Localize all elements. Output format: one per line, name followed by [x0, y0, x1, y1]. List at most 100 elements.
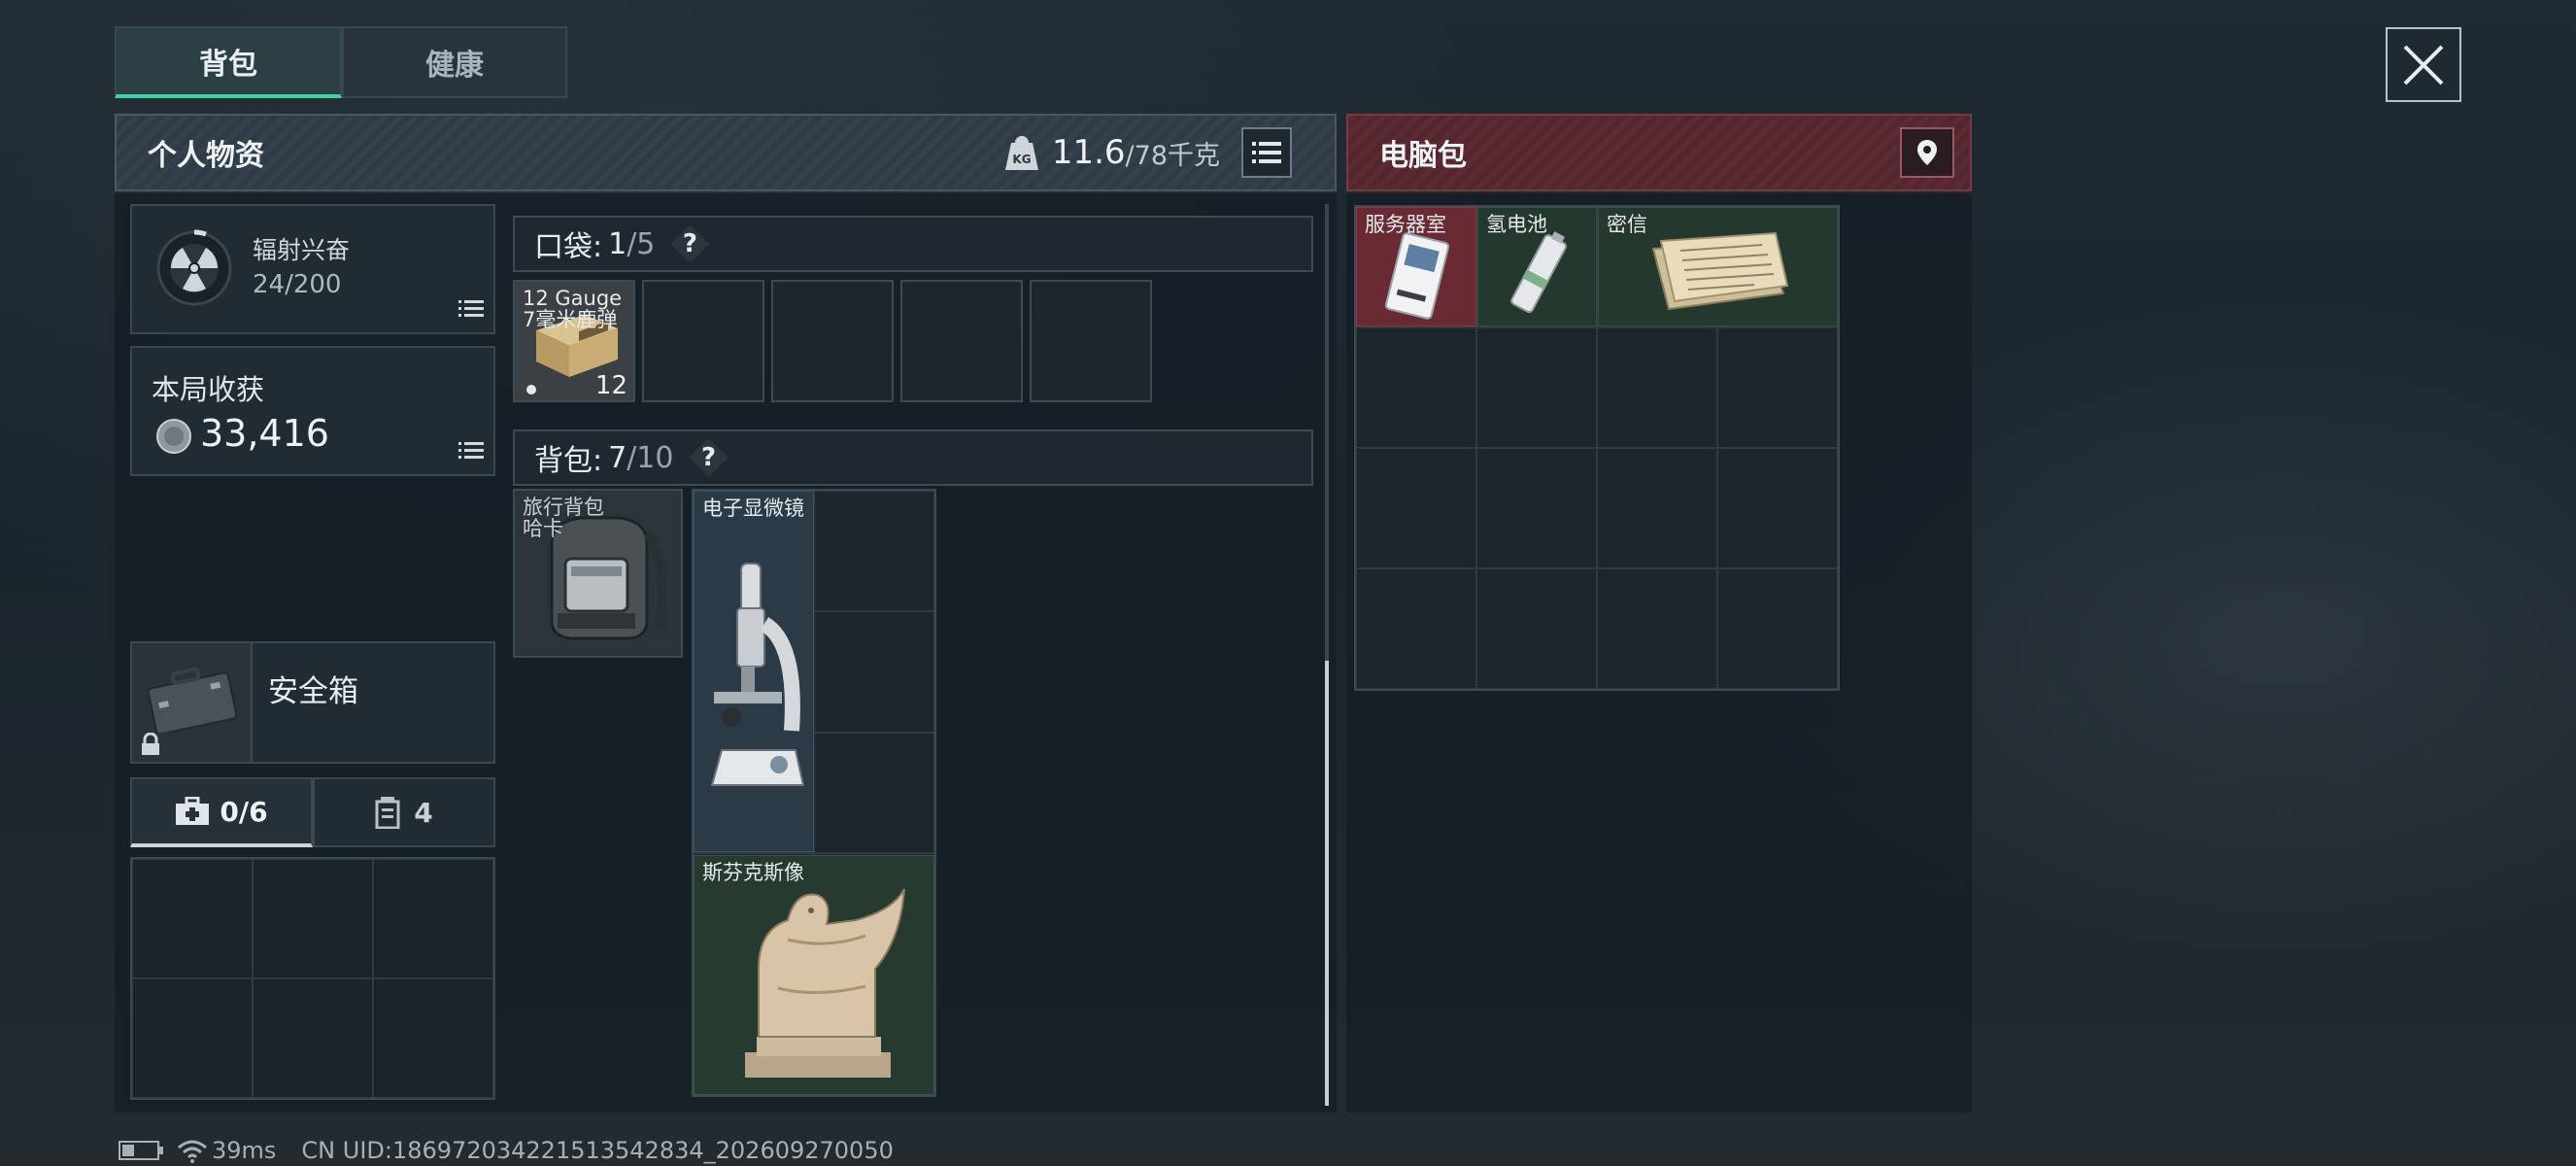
pocket-item-count: 12: [594, 371, 627, 400]
bag-item-server-room[interactable]: 服务器室: [1356, 207, 1476, 326]
subtab-medkit-count: 0/6: [220, 795, 268, 828]
backpack-bar: 背包: 7 /10 ?: [513, 429, 1313, 486]
pocket-help-button[interactable]: ?: [670, 224, 710, 263]
bag-cell[interactable]: [1476, 568, 1597, 689]
personal-scrollbar-thumb[interactable]: [1325, 661, 1329, 1106]
personal-scrollbar[interactable]: [1325, 204, 1329, 1106]
list-view-button[interactable]: [1241, 127, 1292, 178]
safe-box-card[interactable]: 安全箱: [130, 641, 495, 764]
secret-letter-name: 密信: [1607, 213, 1647, 236]
subtab-medkit[interactable]: 0/6: [130, 777, 313, 847]
ammo-dot-icon: [526, 385, 536, 394]
pocket-slot-ammo[interactable]: 12 Gauge 7毫米鹿弹 12: [513, 280, 635, 402]
status-bar: 39ms CN UID:1869720342215135428­34_20260…: [119, 1135, 894, 1166]
wifi-icon: [178, 1140, 207, 1163]
pocket-slot-empty[interactable]: [900, 280, 1023, 402]
pocket-label: 口袋:: [534, 230, 603, 264]
backpack-cell[interactable]: [814, 732, 934, 854]
backpack-max: /10: [627, 440, 674, 475]
coin-icon: [156, 419, 191, 454]
svg-text:KG: KG: [1012, 153, 1031, 166]
kettlebell-icon: KG: [1004, 136, 1038, 170]
harvest-value: 33,416: [200, 412, 329, 455]
backpack-item-sphinx[interactable]: 斯芬克斯像: [694, 855, 934, 1095]
sphinx-statue-icon: [745, 888, 905, 1078]
pocket-bar: 口袋: 1 /5 ?: [513, 216, 1313, 272]
details-list-icon[interactable]: [458, 299, 484, 319]
medkit-slot[interactable]: [253, 859, 373, 978]
bag-cell[interactable]: [1717, 448, 1838, 568]
server-room-name: 服务器室: [1365, 213, 1446, 236]
tab-health[interactable]: 健康: [342, 26, 567, 98]
bag-cell[interactable]: [1597, 448, 1717, 568]
subtab-canister[interactable]: 4: [313, 777, 495, 847]
personal-title: 个人物资: [148, 139, 264, 173]
bag-item-hydrogen-battery[interactable]: 氢电池: [1477, 207, 1597, 326]
lock-icon: [142, 733, 159, 755]
medkit-slot[interactable]: [132, 859, 253, 978]
harvest-card[interactable]: 本局收获 33,416: [130, 346, 495, 476]
harvest-label: 本局收获: [152, 373, 265, 406]
bag-cell[interactable]: [1476, 327, 1597, 448]
keycard-icon: [1384, 232, 1450, 320]
safe-box-slot[interactable]: [132, 643, 253, 762]
pocket-slot-empty[interactable]: [1030, 280, 1152, 402]
close-icon: [2403, 45, 2444, 85]
bag-cell[interactable]: [1597, 568, 1717, 689]
medkit-grid: [130, 857, 495, 1100]
pocket-max: /5: [627, 226, 656, 261]
medkit-slot[interactable]: [132, 978, 253, 1098]
ping-text: 39ms: [212, 1137, 277, 1164]
letter-icon: [1651, 231, 1789, 311]
backpack-cell[interactable]: [814, 611, 934, 733]
bag-item-secret-letter[interactable]: 密信: [1598, 207, 1838, 326]
medkit-slot[interactable]: [253, 978, 373, 1098]
hydrogen-battery-name: 氢电池: [1486, 213, 1547, 236]
backpack-cell[interactable]: [814, 491, 934, 612]
safe-box-label: 安全箱: [268, 674, 358, 709]
bag-cell[interactable]: [1717, 327, 1838, 448]
backpack-current: 7: [608, 440, 627, 475]
backpack-item-microscope[interactable]: 电子显微镜: [694, 491, 814, 852]
subtab-canister-count: 4: [414, 796, 433, 829]
medkit-slot[interactable]: [373, 859, 493, 978]
bag-cell[interactable]: [1597, 327, 1717, 448]
backpack-label: 背包:: [534, 444, 603, 478]
backpack-help-button[interactable]: ?: [689, 438, 729, 477]
battery-status-icon: [119, 1141, 163, 1160]
list-icon: [1252, 142, 1281, 163]
radiation-card[interactable]: 辐射兴奋 24/200: [130, 204, 495, 334]
computer-bag-title: 电脑包: [1379, 139, 1467, 173]
travel-pack-name: 旅行背包 哈卡: [523, 496, 604, 541]
help-icon: ?: [682, 229, 697, 258]
bag-cell[interactable]: [1356, 448, 1476, 568]
radiation-label: 辐射兴奋: [253, 236, 351, 264]
microscope-icon: [710, 563, 805, 786]
battery-icon: [1510, 231, 1568, 314]
medkit-icon: [176, 797, 210, 825]
medkit-slot[interactable]: [373, 978, 493, 1098]
bag-cell[interactable]: [1356, 327, 1476, 448]
bag-cell[interactable]: [1356, 568, 1476, 689]
close-button[interactable]: [2386, 27, 2461, 102]
tab-backpack[interactable]: 背包: [115, 26, 342, 98]
harvest-list-icon[interactable]: [458, 441, 484, 461]
personal-header: 个人物资 KG 11.6 /78千克: [115, 114, 1337, 191]
briefcase-icon: [147, 667, 238, 733]
sphinx-name: 斯芬克斯像: [702, 861, 804, 884]
radiation-icon: [156, 229, 232, 306]
weight-max: /78千克: [1125, 140, 1220, 171]
bag-cell[interactable]: [1476, 448, 1597, 568]
pocket-item-name: 12 Gauge 7毫米鹿弹: [523, 287, 623, 332]
pocket-slot-empty[interactable]: [642, 280, 764, 402]
canister-icon: [375, 797, 400, 829]
bag-cell[interactable]: [1717, 568, 1838, 689]
computer-bag-header: 电脑包: [1346, 114, 1972, 191]
location-button[interactable]: [1900, 127, 1954, 178]
microscope-name: 电子显微镜: [702, 497, 804, 520]
help-icon: ?: [700, 443, 717, 472]
pocket-current: 1: [608, 226, 627, 261]
radiation-value: 24/200: [253, 270, 342, 299]
backpack-item-travel-pack[interactable]: 旅行背包 哈卡: [513, 489, 683, 658]
pocket-slot-empty[interactable]: [771, 280, 894, 402]
